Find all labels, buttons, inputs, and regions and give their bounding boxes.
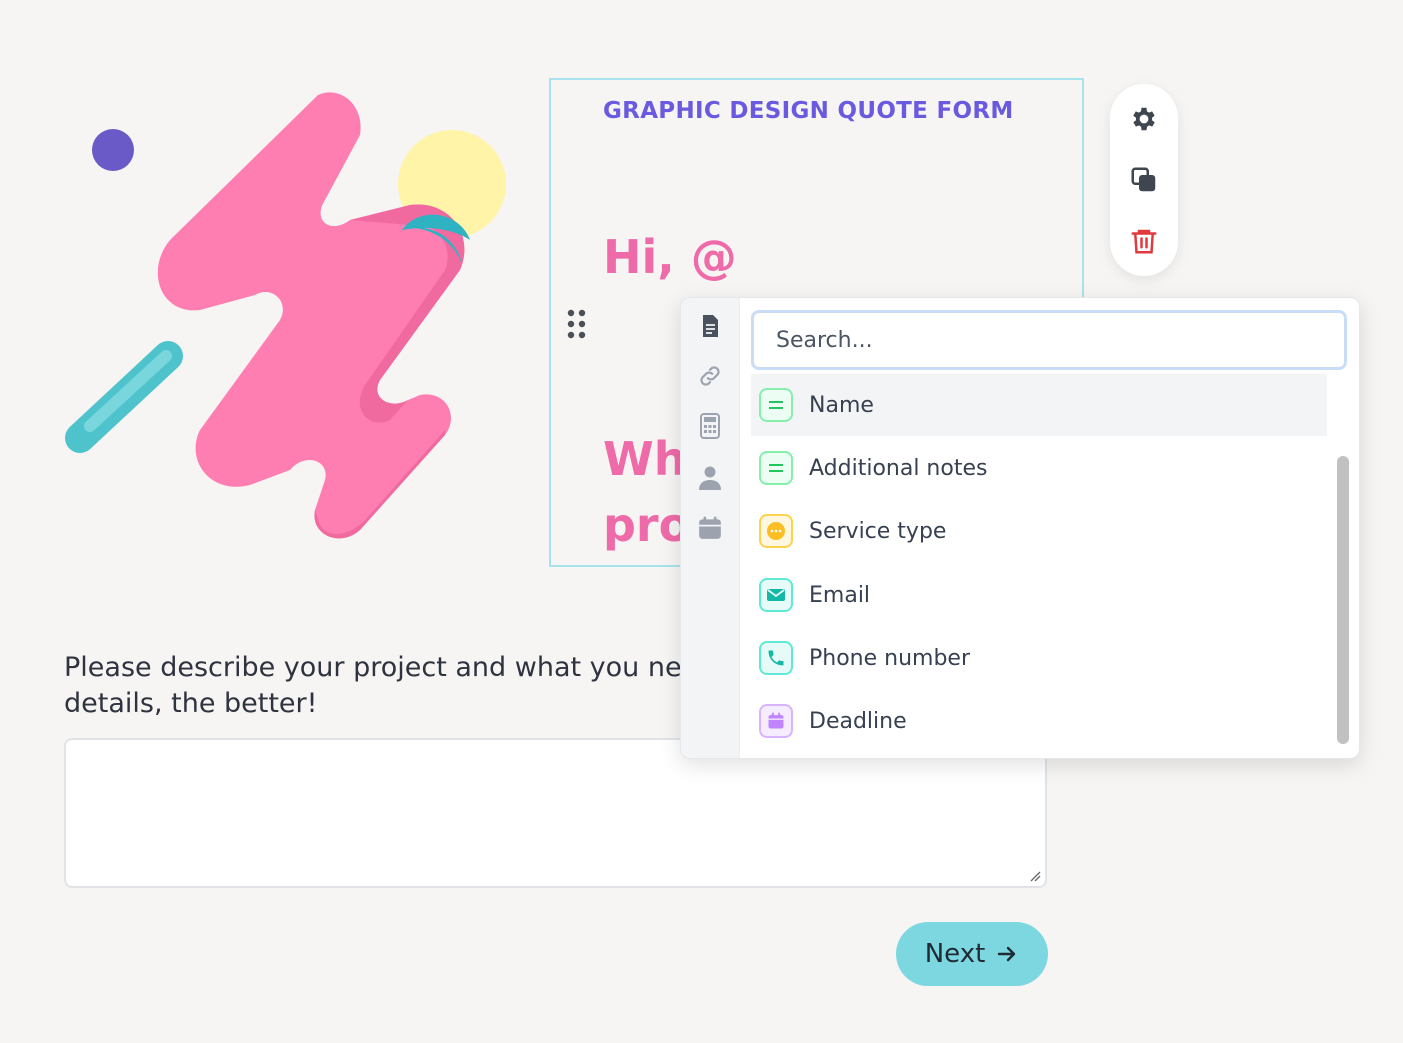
scrollbar[interactable] <box>1333 374 1353 758</box>
category-rail <box>681 298 740 758</box>
calculator-icon[interactable] <box>694 410 726 442</box>
field-list: Name Additional notes Service type Email… <box>751 374 1327 758</box>
project-description-textarea[interactable] <box>64 738 1047 888</box>
list-item-label: Name <box>809 392 874 418</box>
choice-icon <box>759 514 793 548</box>
question-label: Please describe your project and what yo… <box>64 652 682 719</box>
search-field[interactable] <box>751 310 1347 370</box>
link-icon[interactable] <box>694 360 726 392</box>
list-item-deadline[interactable]: Deadline <box>751 690 1327 752</box>
short-text-icon <box>759 388 793 422</box>
list-item-label: Service type <box>809 518 947 544</box>
list-item-email[interactable]: Email <box>751 564 1327 626</box>
drag-handle-icon[interactable] <box>566 308 588 340</box>
trash-icon[interactable] <box>1128 225 1160 257</box>
calendar-icon[interactable] <box>694 512 726 544</box>
duplicate-icon[interactable] <box>1128 164 1160 196</box>
list-item-label: Phone number <box>809 645 971 671</box>
scrollbar-thumb[interactable] <box>1337 456 1349 744</box>
next-button[interactable]: Next <box>896 922 1048 986</box>
greeting-heading[interactable]: Hi, @ <box>603 230 737 284</box>
phone-icon <box>759 641 793 675</box>
list-item-additional-notes[interactable]: Additional notes <box>751 437 1327 499</box>
arrow-right-icon <box>998 946 1016 962</box>
document-icon[interactable] <box>694 310 726 342</box>
mention-popup: Name Additional notes Service type Email… <box>680 297 1360 759</box>
hero-illustration <box>65 92 506 539</box>
search-input[interactable] <box>754 313 1344 367</box>
person-icon[interactable] <box>694 462 726 494</box>
list-item-phone-number[interactable]: Phone number <box>751 627 1327 689</box>
calendar-icon <box>759 704 793 738</box>
list-item-label: Deadline <box>809 708 907 734</box>
form-title: GRAPHIC DESIGN QUOTE FORM <box>603 98 1014 124</box>
gear-icon[interactable] <box>1128 103 1160 135</box>
resize-grip-icon[interactable] <box>1029 870 1041 882</box>
block-toolbar <box>1110 84 1178 276</box>
long-text-icon <box>759 451 793 485</box>
list-item-label: Email <box>809 582 871 608</box>
next-button-label: Next <box>924 939 986 969</box>
list-item-service-type[interactable]: Service type <box>751 500 1327 562</box>
list-item-name[interactable]: Name <box>751 374 1327 436</box>
email-icon <box>759 578 793 612</box>
list-item-label: Additional notes <box>809 455 988 481</box>
